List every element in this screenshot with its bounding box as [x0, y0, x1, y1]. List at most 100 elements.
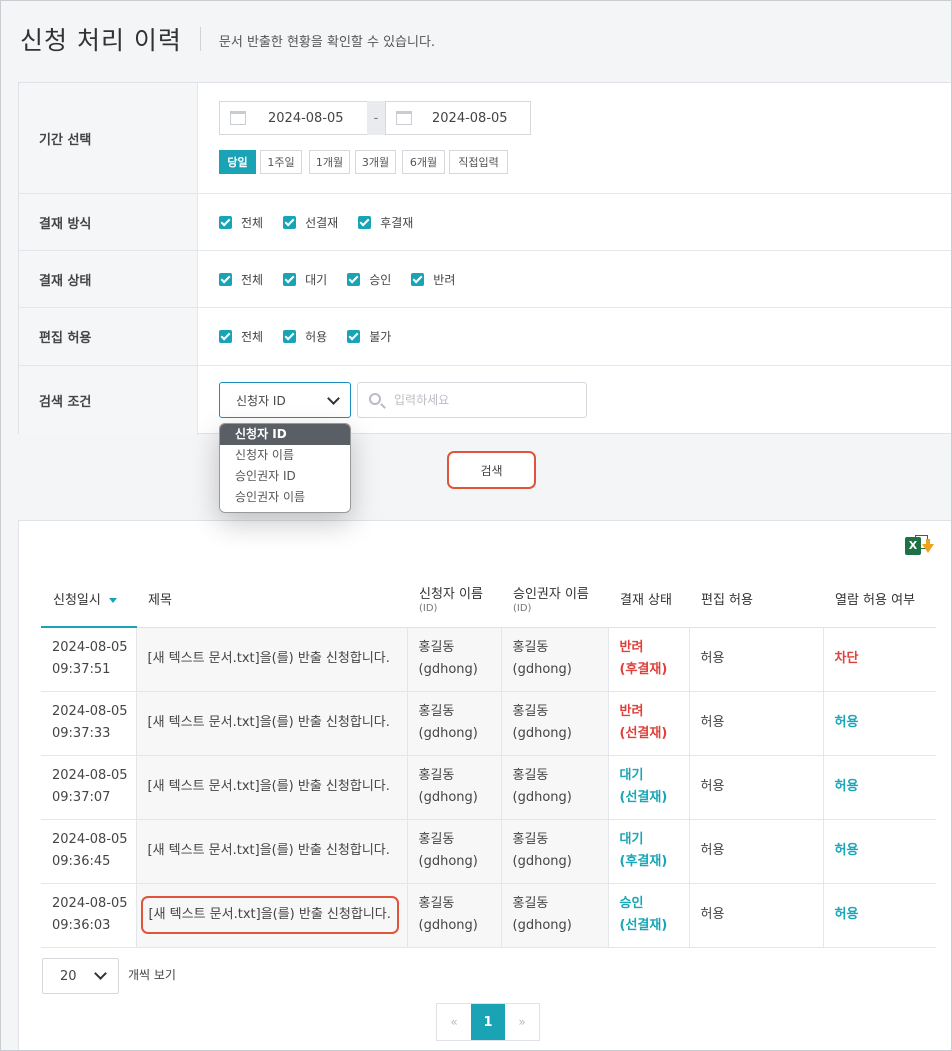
quick-1month-button[interactable]: 1개월 — [309, 150, 350, 174]
cell-date: 2024-08-05 09:36:45 — [41, 819, 136, 884]
search-condition-dropdown: 신청자 ID 신청자 이름 승인권자 ID 승인권자 이름 — [219, 423, 351, 513]
table-row[interactable]: 2024-08-05 09:36:03 [새 텍스트 문서.txt]을(를) 반출… — [41, 883, 936, 948]
chevron-down-icon — [327, 392, 340, 405]
end-date-input[interactable]: 2024-08-05 — [385, 101, 531, 135]
column-header-edit: 편집 허용 — [689, 571, 823, 628]
calendar-icon — [396, 111, 412, 125]
cell-edit: 허용 — [688, 883, 823, 948]
checkbox-method-post[interactable]: 후결재 — [358, 214, 413, 231]
page-header: 신청 처리 이력 문서 반출한 현황을 확인할 수 있습니다. — [20, 22, 435, 56]
cell-edit: 허용 — [688, 755, 823, 820]
filter-panel: 기간 선택 2024-08-05 - 2024-08-05 당일 1주일 1개월… — [18, 82, 952, 435]
search-condition-label: 검색 조건 — [19, 366, 198, 435]
cell-title[interactable]: [새 텍스트 문서.txt]을(를) 반출 신청합니다. — [135, 819, 407, 884]
search-button[interactable]: 검색 — [447, 451, 536, 489]
cell-approver: 홍길동 (gdhong) — [500, 627, 608, 692]
checkbox-method-all[interactable]: 전체 — [219, 214, 263, 231]
checkbox-checked-icon — [347, 272, 361, 286]
results-table: 신청일시 제목 신청자 이름 (ID) 승인권자 이름 (ID) 결재 상태 편집 … — [41, 571, 936, 948]
checkbox-edit-all[interactable]: 전체 — [219, 328, 263, 345]
cell-view: 허용 — [822, 691, 936, 756]
cell-edit: 허용 — [688, 627, 823, 692]
checkbox-checked-icon — [283, 272, 297, 286]
cell-date: 2024-08-05 09:36:03 — [41, 883, 136, 948]
cell-applicant: 홍길동 (gdhong) — [406, 819, 501, 884]
cell-applicant: 홍길동 (gdhong) — [406, 627, 501, 692]
quick-6month-button[interactable]: 6개월 — [402, 150, 445, 174]
cell-status: 반려 (후결재) — [607, 627, 689, 692]
date-separator: - — [367, 101, 385, 135]
start-date-input[interactable]: 2024-08-05 — [219, 101, 368, 135]
search-condition-value: 신청자 ID — [236, 393, 286, 408]
filter-row-payment-method: 결재 방식 전체 선결재 후결재 — [19, 193, 952, 250]
dropdown-option-applicant-id[interactable]: 신청자 ID — [220, 424, 350, 445]
column-header-status: 결재 상태 — [608, 571, 689, 628]
search-input[interactable] — [392, 392, 572, 408]
cell-approver: 홍길동 (gdhong) — [500, 819, 608, 884]
start-date-value: 2024-08-05 — [268, 110, 344, 126]
page-1-button[interactable]: 1 — [471, 1004, 505, 1040]
checkbox-checked-icon — [219, 272, 232, 286]
excel-download-icon[interactable]: X — [905, 535, 935, 559]
search-condition-select[interactable]: 신청자 ID — [219, 382, 351, 418]
cell-approver: 홍길동 (gdhong) — [500, 883, 608, 948]
checkbox-checked-icon — [219, 215, 232, 229]
page-size-select[interactable]: 20 — [42, 958, 119, 994]
dropdown-option-applicant-name[interactable]: 신청자 이름 — [220, 445, 350, 466]
next-page-button[interactable]: » — [505, 1004, 539, 1040]
filter-row-search-condition: 검색 조건 신청자 ID — [19, 365, 952, 435]
checkbox-status-waiting[interactable]: 대기 — [283, 271, 327, 288]
column-header-approver: 승인권자 이름 (ID) — [501, 571, 608, 628]
cell-title[interactable]: [새 텍스트 문서.txt]을(를) 반출 신청합니다. — [135, 883, 407, 948]
cell-edit: 허용 — [688, 819, 823, 884]
checkbox-status-rejected[interactable]: 반려 — [411, 271, 455, 288]
table-row[interactable]: 2024-08-05 09:37:07 [새 텍스트 문서.txt]을(를) 반출… — [41, 755, 936, 820]
checkbox-checked-icon — [283, 215, 297, 229]
column-header-title: 제목 — [136, 571, 407, 628]
checkbox-checked-icon — [347, 330, 361, 343]
table-row[interactable]: 2024-08-05 09:37:33 [새 텍스트 문서.txt]을(를) 반출… — [41, 691, 936, 756]
header-divider — [199, 27, 201, 51]
checkbox-checked-icon — [283, 330, 297, 343]
cell-date: 2024-08-05 09:37:07 — [41, 755, 136, 820]
pagination: « 1 » — [436, 1003, 540, 1041]
column-header-applicant: 신청자 이름 (ID) — [407, 571, 501, 628]
page-description: 문서 반출한 현황을 확인할 수 있습니다. — [218, 34, 436, 50]
checkbox-status-approved[interactable]: 승인 — [347, 271, 391, 288]
highlighted-title[interactable]: [새 텍스트 문서.txt]을(를) 반출 신청합니다. — [140, 896, 399, 934]
cell-status: 대기 (선결재) — [607, 755, 689, 820]
prev-page-button[interactable]: « — [437, 1004, 471, 1040]
checkbox-method-pre[interactable]: 선결재 — [283, 214, 338, 231]
cell-status: 승인 (선결재) — [607, 883, 689, 948]
filter-row-period: 기간 선택 2024-08-05 - 2024-08-05 당일 1주일 1개월… — [19, 83, 952, 193]
sort-down-icon — [108, 598, 117, 603]
table-row[interactable]: 2024-08-05 09:36:45 [새 텍스트 문서.txt]을(를) 반출… — [41, 819, 936, 884]
checkbox-checked-icon — [411, 272, 425, 286]
checkbox-edit-deny[interactable]: 불가 — [347, 328, 391, 345]
checkbox-edit-allow[interactable]: 허용 — [283, 328, 327, 345]
cell-title[interactable]: [새 텍스트 문서.txt]을(를) 반출 신청합니다. — [135, 627, 407, 692]
cell-edit: 허용 — [688, 691, 823, 756]
edit-permission-label: 편집 허용 — [19, 308, 198, 365]
calendar-icon — [230, 111, 246, 125]
dropdown-option-approver-name[interactable]: 승인권자 이름 — [220, 487, 350, 508]
table-header-row: 신청일시 제목 신청자 이름 (ID) 승인권자 이름 (ID) 결재 상태 편집 … — [41, 571, 936, 628]
cell-title[interactable]: [새 텍스트 문서.txt]을(를) 반출 신청합니다. — [135, 755, 407, 820]
quick-custom-button[interactable]: 직접입력 — [449, 150, 508, 174]
column-header-date[interactable]: 신청일시 — [41, 571, 136, 628]
quick-3month-button[interactable]: 3개월 — [355, 150, 396, 174]
cell-approver: 홍길동 (gdhong) — [500, 691, 608, 756]
search-icon — [369, 393, 381, 405]
cell-date: 2024-08-05 09:37:51 — [41, 627, 136, 692]
cell-title[interactable]: [새 텍스트 문서.txt]을(를) 반출 신청합니다. — [135, 691, 407, 756]
filter-row-payment-status: 결재 상태 전체 대기 승인 반려 — [19, 250, 952, 307]
payment-method-label: 결재 방식 — [19, 194, 198, 250]
cell-view: 허용 — [822, 883, 936, 948]
dropdown-option-approver-id[interactable]: 승인권자 ID — [220, 466, 350, 487]
quick-1week-button[interactable]: 1주일 — [260, 150, 302, 174]
filter-row-edit-permission: 편집 허용 전체 허용 불가 — [19, 307, 952, 365]
quick-today-button[interactable]: 당일 — [219, 150, 256, 174]
table-row[interactable]: 2024-08-05 09:37:51 [새 텍스트 문서.txt]을(를) 반출… — [41, 627, 936, 692]
checkbox-status-all[interactable]: 전체 — [219, 271, 263, 288]
checkbox-checked-icon — [219, 330, 232, 343]
